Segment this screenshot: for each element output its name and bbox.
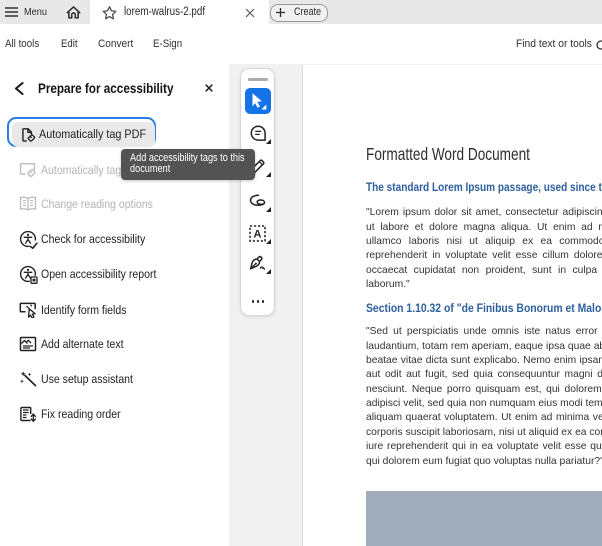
svg-text:A: A (254, 229, 262, 241)
